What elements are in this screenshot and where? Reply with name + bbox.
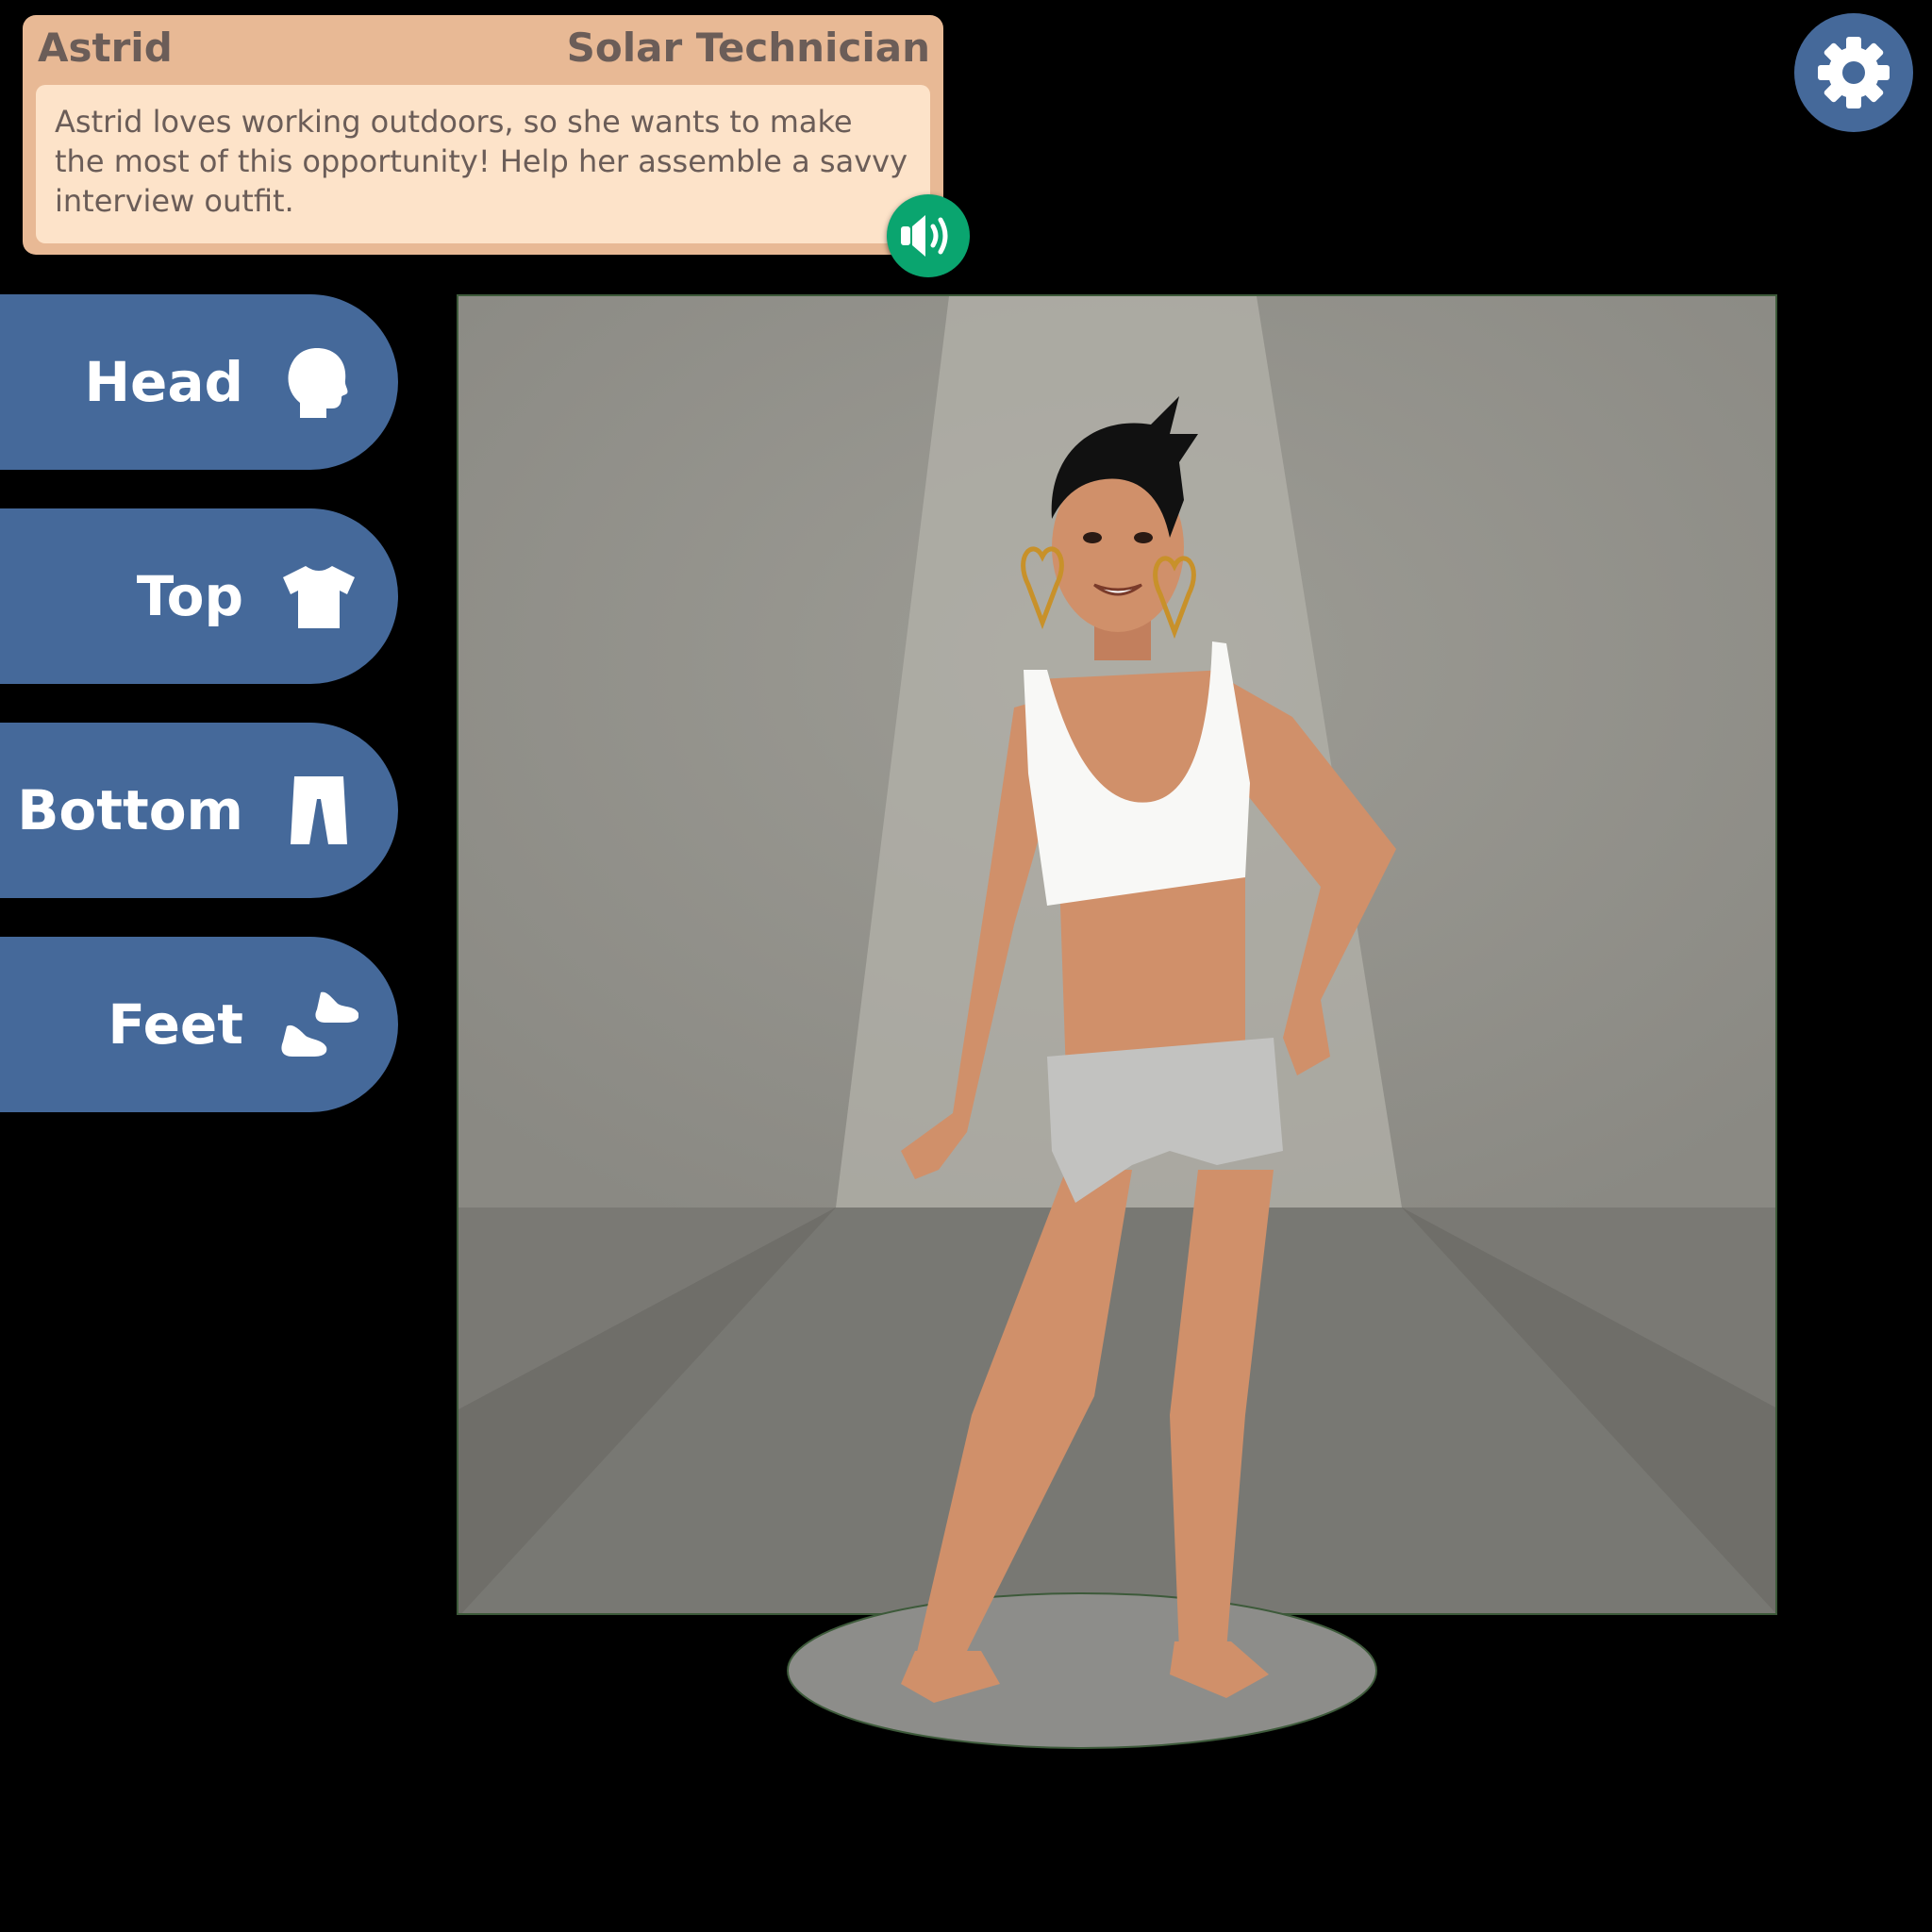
tab-bottom[interactable]: Bottom xyxy=(0,723,398,898)
character-description: Astrid loves working outdoors, so she wa… xyxy=(36,85,930,243)
tab-feet[interactable]: Feet xyxy=(0,937,398,1112)
tab-top[interactable]: Top xyxy=(0,508,398,684)
tab-head-label: Head xyxy=(84,350,243,414)
tab-top-label: Top xyxy=(136,564,243,628)
speaker-icon xyxy=(901,215,948,257)
pants-icon xyxy=(291,776,347,844)
tab-feet-label: Feet xyxy=(108,992,243,1057)
character-name: Astrid xyxy=(38,25,173,71)
character-info-card: Astrid Solar Technician Astrid loves wor… xyxy=(23,15,943,255)
character-figure xyxy=(901,396,1396,1703)
audio-button[interactable] xyxy=(887,194,970,277)
tab-head[interactable]: Head xyxy=(0,294,398,470)
settings-button[interactable] xyxy=(1794,13,1913,132)
shoes-icon xyxy=(281,991,358,1057)
shirt-icon xyxy=(283,566,355,628)
tab-bottom-label: Bottom xyxy=(17,778,243,842)
head-icon xyxy=(288,348,348,418)
gear-icon xyxy=(1818,37,1890,108)
character-job: Solar Technician xyxy=(566,25,930,71)
